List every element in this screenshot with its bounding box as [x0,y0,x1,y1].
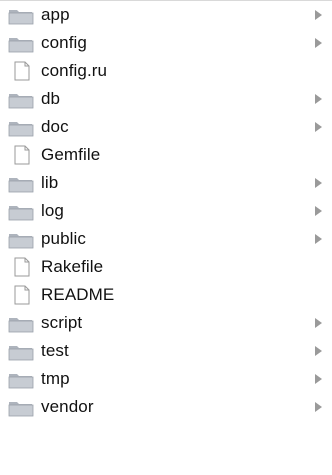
folder-icon [8,203,34,221]
list-item-doc[interactable]: doc [0,113,332,141]
file-browser-column: app config config.ru db doc Gemfile lib … [0,0,332,475]
document-icon [14,61,30,81]
folder-icon [8,35,34,53]
folder-icon [8,399,34,417]
folder-icon [8,91,34,109]
disclosure-triangle-icon[interactable] [315,346,322,356]
list-item-db[interactable]: db [0,85,332,113]
document-icon [14,285,30,305]
folder-icon [8,119,34,137]
document-icon [14,257,30,277]
list-item-vendor[interactable]: vendor [0,393,332,421]
disclosure-triangle-icon[interactable] [315,10,322,20]
item-label: lib [41,173,59,192]
item-label: config [41,33,87,52]
list-item-log[interactable]: log [0,197,332,225]
item-label: doc [41,117,69,136]
folder-icon [8,7,34,25]
disclosure-triangle-icon[interactable] [315,122,322,132]
item-label: vendor [41,397,94,416]
folder-icon [8,343,34,361]
list-item-public[interactable]: public [0,225,332,253]
list-item-config[interactable]: config [0,29,332,57]
disclosure-triangle-icon[interactable] [315,94,322,104]
disclosure-triangle-icon[interactable] [315,374,322,384]
item-label: log [41,201,64,220]
folder-icon [8,315,34,333]
item-label: db [41,89,61,108]
list-item-gemfile[interactable]: Gemfile [0,141,332,169]
item-label: Rakefile [41,257,104,276]
folder-icon [8,175,34,193]
disclosure-triangle-icon[interactable] [315,178,322,188]
list-item-lib[interactable]: lib [0,169,332,197]
disclosure-triangle-icon[interactable] [315,318,322,328]
list-item-app[interactable]: app [0,1,332,29]
item-label: Gemfile [41,145,101,164]
list-item-readme[interactable]: README [0,281,332,309]
list-item-test[interactable]: test [0,337,332,365]
item-label: script [41,313,83,332]
folder-icon [8,231,34,249]
disclosure-triangle-icon[interactable] [315,402,322,412]
item-label: README [41,285,115,304]
list-item-rakefile[interactable]: Rakefile [0,253,332,281]
item-label: app [41,5,70,24]
document-icon [14,145,30,165]
item-label: public [41,229,87,248]
item-label: test [41,341,69,360]
folder-icon [8,371,34,389]
list-item-script[interactable]: script [0,309,332,337]
disclosure-triangle-icon[interactable] [315,234,322,244]
disclosure-triangle-icon[interactable] [315,206,322,216]
list-item-tmp[interactable]: tmp [0,365,332,393]
list-item-config-ru[interactable]: config.ru [0,57,332,85]
disclosure-triangle-icon[interactable] [315,38,322,48]
item-label: config.ru [41,61,108,80]
item-label: tmp [41,369,70,388]
